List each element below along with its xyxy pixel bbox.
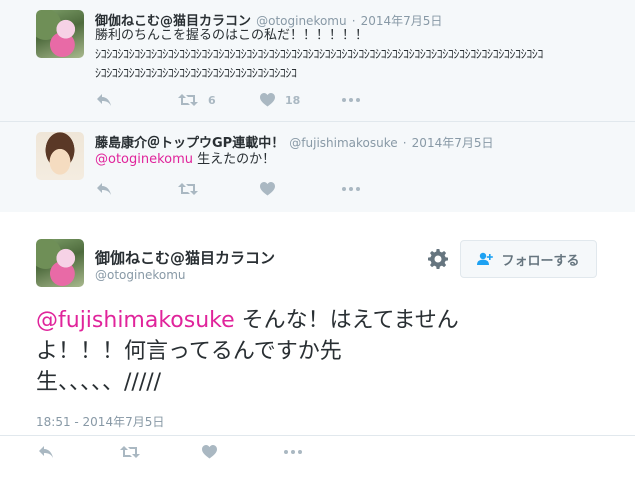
avatar[interactable] xyxy=(36,10,84,58)
tweet-text-line: ｼｺｼｺｼｺｼｺｼｺｼｺｼｺｼｺｼｺｼｺｼｺｼｺｼｺｼｺｼｺｼｺｼｺｼｺｼｺｼｺ… xyxy=(95,47,544,61)
tweet-text-line: ｼｺｼｺｼｺｼｺｼｺｼｺｼｺｼｺｼｺｼｺｼｺｼｺｼｺｼｺｼｺｼｺｼｺｼｺ xyxy=(95,66,297,80)
reply-icon xyxy=(39,446,53,458)
reply-icon xyxy=(97,94,111,106)
like-button[interactable] xyxy=(202,445,284,459)
reply-button[interactable] xyxy=(38,445,120,459)
tweet-text-line: 生、、、、、///// xyxy=(36,370,162,395)
more-icon xyxy=(342,187,360,191)
retweet-icon xyxy=(178,183,198,195)
retweet-button[interactable] xyxy=(120,445,202,459)
user-handle[interactable]: @otoginekomu xyxy=(95,268,186,282)
tweet-actions xyxy=(38,442,314,462)
avatar[interactable] xyxy=(36,132,84,180)
mention-link[interactable]: @fujishimakosuke xyxy=(36,308,235,333)
more-button[interactable] xyxy=(342,187,372,191)
reply-button[interactable] xyxy=(96,182,178,196)
tweet-time[interactable]: 2014年7月5日 xyxy=(412,136,494,150)
main-tweet-text: @fujishimakosuke そんな！はえてません よ！！！何言ってるんです… xyxy=(36,305,556,398)
tweet-text-rest: そんな！はえてません xyxy=(234,308,459,333)
more-button[interactable] xyxy=(284,450,314,454)
tweet-text-line: @fujishimakosuke そんな！はえてません xyxy=(36,305,556,336)
tweet-text-rest: 生えたのか！ xyxy=(193,152,276,167)
like-button[interactable]: 18 xyxy=(260,93,342,107)
retweet-button[interactable] xyxy=(178,182,260,196)
add-user-icon xyxy=(477,252,494,265)
conversation-thread: 御伽ねこむ@猫目カラコン @otoginekomu · 2014年7月5日 勝利… xyxy=(0,0,635,212)
thread-tweet[interactable]: 御伽ねこむ@猫目カラコン @otoginekomu · 2014年7月5日 勝利… xyxy=(0,0,635,121)
more-button[interactable] xyxy=(342,98,372,102)
gear-icon xyxy=(428,249,448,269)
more-icon xyxy=(284,450,302,454)
retweet-count: 6 xyxy=(208,93,216,107)
mention-link[interactable]: @otoginekomu xyxy=(95,152,193,167)
user-name[interactable]: 御伽ねこむ@猫目カラコン xyxy=(95,247,275,268)
tweet-actions xyxy=(96,179,372,199)
follow-button[interactable]: フォローする xyxy=(460,240,597,278)
retweet-icon xyxy=(120,446,140,458)
tweet-text-line: よ！！！何言ってるんですか先 xyxy=(36,339,342,364)
thread-tweet[interactable]: 藤島康介＠トップウGP連載中！ @fujishimakosuke · 2014年… xyxy=(0,121,635,212)
heart-icon xyxy=(260,93,275,107)
follow-label: フォローする xyxy=(501,253,580,269)
tweet-text-line: 勝利のちんこを握るのはこの私だ！！！！！！ xyxy=(95,28,369,43)
heart-icon xyxy=(260,182,275,196)
user-name[interactable]: 藤島康介＠トップウGP連載中！ xyxy=(95,136,284,151)
avatar[interactable] xyxy=(36,239,84,287)
tweet-page: 御伽ねこむ@猫目カラコン @otoginekomu · 2014年7月5日 勝利… xyxy=(0,0,635,494)
heart-icon xyxy=(202,445,217,459)
more-icon xyxy=(342,98,360,102)
reply-icon xyxy=(97,183,111,195)
tweet-header: 藤島康介＠トップウGP連載中！ @fujishimakosuke · 2014年… xyxy=(95,132,493,151)
retweet-icon xyxy=(178,94,198,106)
separator: · xyxy=(402,136,407,150)
tweet-text: 勝利のちんこを握るのはこの私だ！！！！！！ ｼｺｼｺｼｺｼｺｼｺｼｺｼｺｼｺｼｺ… xyxy=(95,26,543,83)
like-button[interactable] xyxy=(260,182,342,196)
settings-button[interactable] xyxy=(428,249,448,273)
like-count: 18 xyxy=(285,93,301,107)
user-handle[interactable]: @fujishimakosuke xyxy=(289,136,397,150)
reply-button[interactable] xyxy=(96,93,178,107)
tweet-text: @otoginekomu 生えたのか！ xyxy=(95,150,275,169)
tweet-timestamp[interactable]: 18:51 - 2014年7月5日 xyxy=(36,413,164,430)
retweet-button[interactable]: 6 xyxy=(178,93,260,107)
divider xyxy=(0,435,635,436)
tweet-actions: 6 18 xyxy=(96,90,372,110)
